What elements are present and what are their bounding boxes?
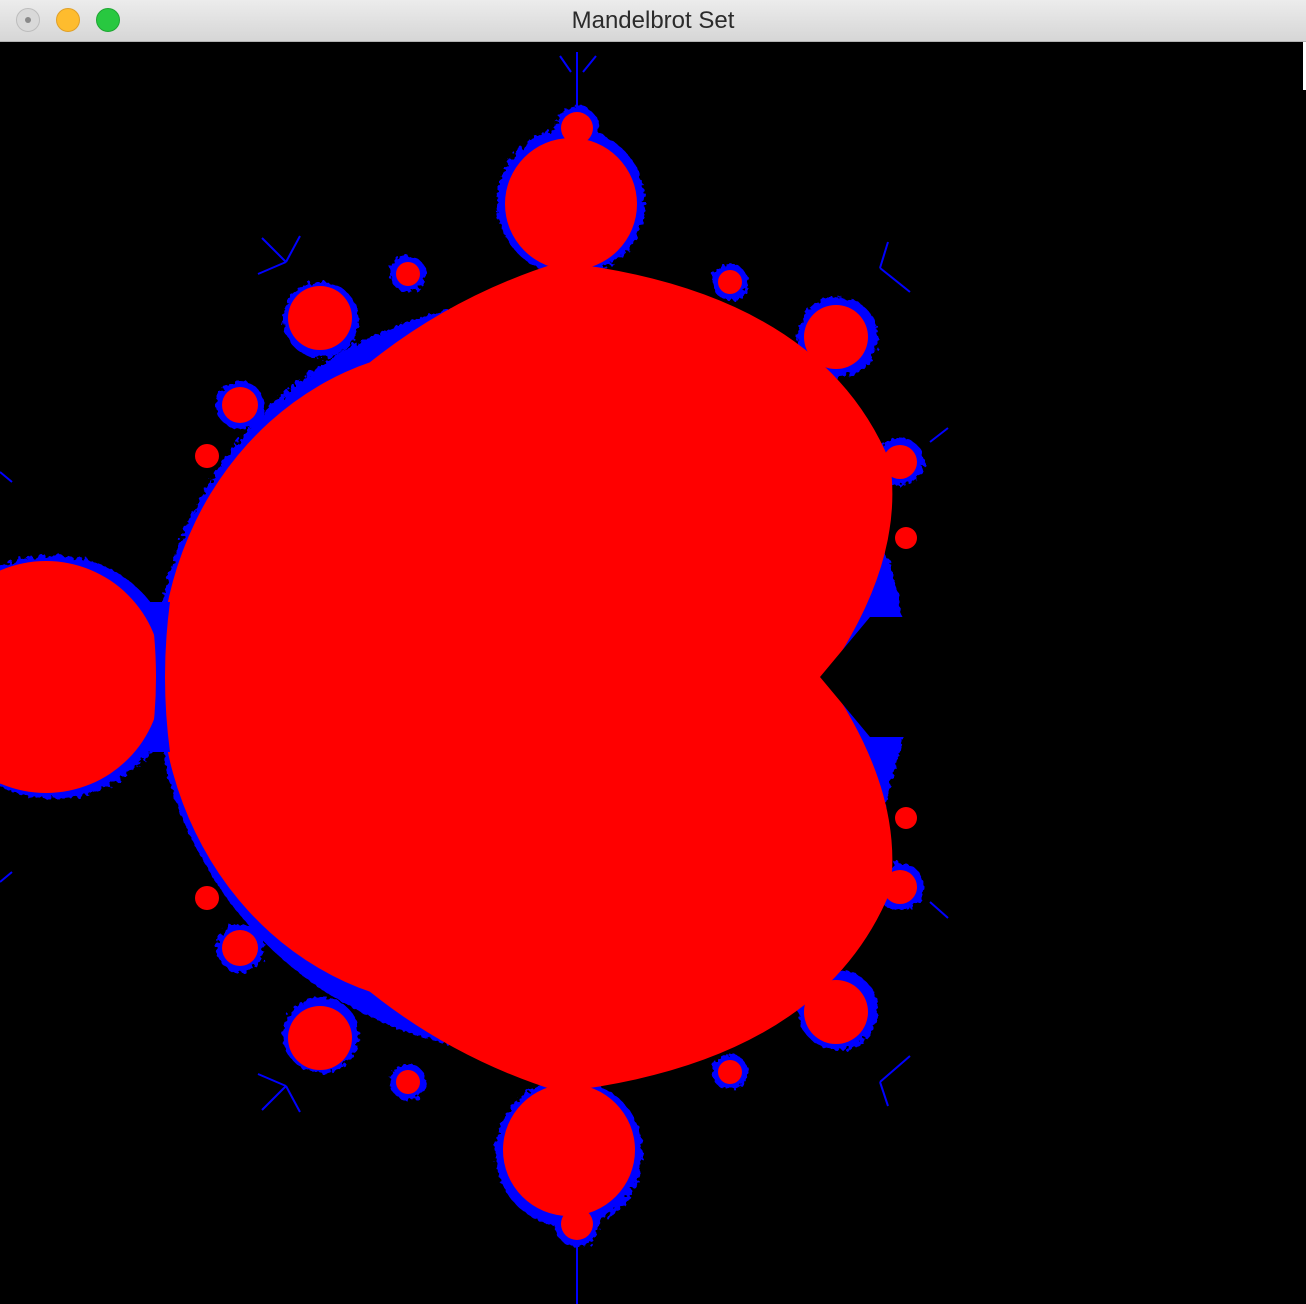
window-title: Mandelbrot Set xyxy=(571,7,735,34)
lower-left-bulb xyxy=(288,1006,352,1070)
right-upper-small-bulb xyxy=(883,445,917,479)
left-tiny-bulb-2 xyxy=(195,886,219,910)
cardioid-outline xyxy=(160,262,893,1092)
upper-right-bulb xyxy=(804,305,868,369)
set-body xyxy=(0,112,917,1240)
right-lower-small-bulb xyxy=(883,870,917,904)
bottom-bulb xyxy=(503,1084,635,1216)
app-window: Mandelbrot Set xyxy=(0,0,1306,1304)
upper-left-bulb xyxy=(288,286,352,350)
mandelbrot-canvas[interactable] xyxy=(0,42,1306,1304)
top-left-tiny-bulb xyxy=(396,262,420,286)
mandelbrot-render xyxy=(0,52,949,1304)
left-lower-small-bulb xyxy=(222,930,258,966)
bottom-right-tiny-bulb xyxy=(718,1060,742,1084)
left-upper-small-bulb xyxy=(222,387,258,423)
top-mini-bulb xyxy=(561,112,593,144)
bottom-mini-bulb xyxy=(561,1208,593,1240)
top-right-tiny-bulb xyxy=(718,270,742,294)
lower-right-bulb xyxy=(804,980,868,1044)
bottom-left-tiny-bulb xyxy=(396,1070,420,1094)
left-tiny-bulb-1 xyxy=(195,444,219,468)
right-tiny-bulb-2 xyxy=(895,807,917,829)
top-bulb xyxy=(505,138,637,270)
right-tiny-bulb-1 xyxy=(895,527,917,549)
title-bar[interactable]: Mandelbrot Set xyxy=(0,0,1306,42)
